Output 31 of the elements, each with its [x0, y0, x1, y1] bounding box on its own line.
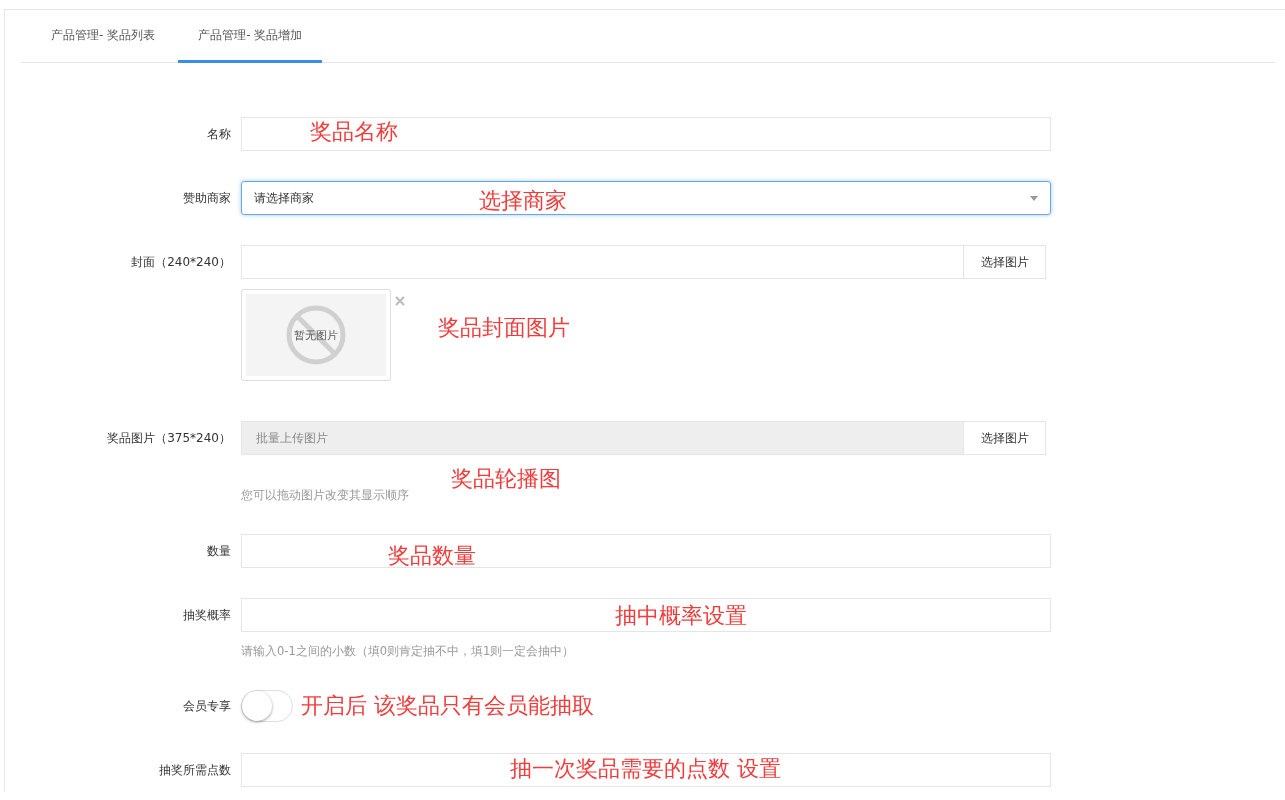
field-label: 会员专享 [182, 698, 231, 715]
no-image-icon [286, 305, 346, 365]
annotation-text: 抽中概率设置 [615, 604, 747, 628]
annotation-text: 奖品名称 [310, 120, 398, 144]
text-input[interactable] [241, 534, 1051, 568]
text-input[interactable] [241, 117, 1051, 151]
toggle-switch[interactable] [241, 690, 293, 722]
field-label: 数量 [206, 543, 231, 560]
text-input[interactable] [241, 753, 1051, 787]
caret-icon [1030, 195, 1038, 201]
annotation-text: 奖品封面图片 [438, 316, 570, 340]
hint-text: 请输入0-1之间的小数（填0则肯定抽不中，填1则一定会抽中） [241, 644, 576, 659]
no-image-text: 暂无图片 [294, 327, 338, 343]
annotation-text: 奖品数量 [388, 544, 476, 568]
field-label: 奖品图片（375*240） [106, 430, 231, 447]
text-input[interactable] [241, 598, 1051, 632]
image-input[interactable]: 选择图片 [241, 245, 1046, 279]
tab[interactable]: 产品管理- 奖品列表 [21, 10, 176, 63]
field-label: 抽奖所需点数 [158, 762, 231, 779]
annotation-text: 奖品轮播图 [451, 467, 561, 491]
annotation-text: 选择商家 [479, 189, 567, 213]
image-input[interactable]: 批量上传图片 选择图片 [241, 421, 1046, 455]
field-label: 封面（240*240） [130, 254, 231, 271]
tab[interactable]: 产品管理- 奖品增加 [178, 10, 323, 63]
close-icon[interactable] [395, 296, 405, 306]
field-label: 赞助商家 [182, 190, 231, 207]
annotation-text: 抽一次奖品需要的点数 设置 [510, 757, 781, 781]
annotation-text: 开启后 该奖品只有会员能抽取 [301, 692, 594, 720]
field-label: 抽奖概率 [182, 607, 231, 624]
field-label: 名称 [206, 126, 231, 143]
hint-text: 您可以拖动图片改变其显示顺序 [241, 488, 410, 503]
